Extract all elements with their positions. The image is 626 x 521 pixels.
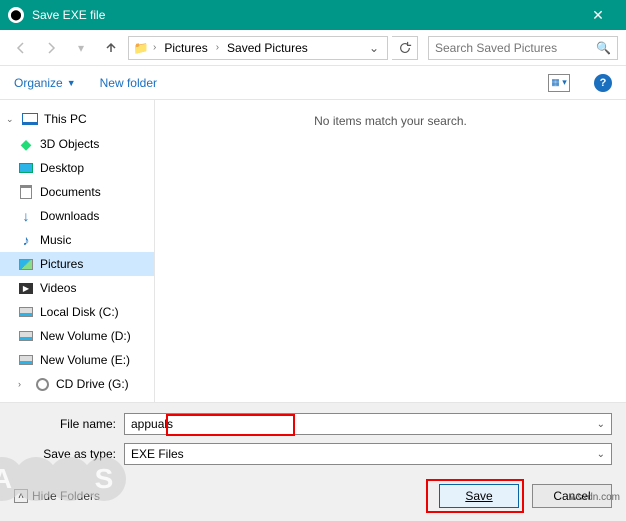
save-panel: File name: ⌄ Save as type: EXE Files ⌄ ˄… bbox=[0, 402, 626, 521]
filetype-label: Save as type: bbox=[14, 447, 124, 461]
search-icon: 🔍 bbox=[596, 41, 611, 55]
recent-dropdown[interactable]: ▾ bbox=[68, 36, 94, 60]
3d-icon: ◆ bbox=[18, 136, 34, 152]
tree-volume-e[interactable]: New Volume (E:) bbox=[0, 348, 154, 372]
toolbar: Organize ▼ New folder ▦ ▾ ? bbox=[0, 66, 626, 100]
filename-input[interactable] bbox=[131, 417, 597, 431]
organize-menu[interactable]: Organize ▼ bbox=[14, 76, 76, 90]
tree-volume-d[interactable]: New Volume (D:) bbox=[0, 324, 154, 348]
tree-cd-drive-g[interactable]: › CD Drive (G:) bbox=[0, 372, 154, 396]
hide-folders-toggle[interactable]: ˄ Hide Folders bbox=[14, 489, 100, 503]
tree-desktop[interactable]: Desktop bbox=[0, 156, 154, 180]
forward-button[interactable] bbox=[38, 36, 64, 60]
nav-tree: ⌄ This PC ◆3D Objects Desktop Documents … bbox=[0, 100, 155, 402]
tree-root-this-pc[interactable]: ⌄ This PC bbox=[0, 106, 154, 132]
save-button[interactable]: Save bbox=[439, 484, 519, 508]
tree-label: Pictures bbox=[40, 257, 83, 271]
hide-folders-label: Hide Folders bbox=[32, 489, 100, 503]
annotation-box: Save bbox=[426, 479, 524, 513]
app-icon: ⬤ bbox=[8, 7, 24, 23]
nav-row: ▾ 📁 › Pictures › Saved Pictures ⌄ 🔍 bbox=[0, 30, 626, 66]
watermark-text: wsxdn.com bbox=[570, 492, 620, 503]
filename-field[interactable]: ⌄ bbox=[124, 413, 612, 435]
save-label: Save bbox=[465, 489, 492, 503]
address-bar[interactable]: 📁 › Pictures › Saved Pictures ⌄ bbox=[128, 36, 388, 60]
tree-label: Music bbox=[40, 233, 71, 247]
music-icon: ♪ bbox=[18, 232, 34, 248]
tree-label: 3D Objects bbox=[40, 137, 99, 151]
tree-documents[interactable]: Documents bbox=[0, 180, 154, 204]
filetype-value: EXE Files bbox=[131, 447, 597, 461]
address-dropdown[interactable]: ⌄ bbox=[365, 41, 383, 55]
filename-label: File name: bbox=[14, 417, 124, 431]
chevron-down-icon[interactable]: ⌄ bbox=[597, 419, 605, 430]
documents-icon bbox=[20, 185, 32, 199]
chevron-down-icon[interactable]: ⌄ bbox=[597, 449, 605, 460]
back-button[interactable] bbox=[8, 36, 34, 60]
pictures-icon bbox=[19, 259, 33, 270]
filetype-field[interactable]: EXE Files ⌄ bbox=[124, 443, 612, 465]
tree-label: Documents bbox=[40, 185, 101, 199]
desktop-icon bbox=[19, 163, 33, 173]
help-button[interactable]: ? bbox=[594, 74, 612, 92]
tree-pictures[interactable]: Pictures bbox=[0, 252, 154, 276]
videos-icon: ▶ bbox=[19, 283, 33, 294]
chevron-up-icon: ˄ bbox=[14, 489, 28, 503]
tree-label: Local Disk (C:) bbox=[40, 305, 119, 319]
expand-icon[interactable]: › bbox=[18, 379, 28, 389]
search-input[interactable] bbox=[435, 41, 596, 55]
tree-local-disk-c[interactable]: Local Disk (C:) bbox=[0, 300, 154, 324]
pc-icon bbox=[22, 113, 38, 125]
breadcrumb-saved[interactable]: Saved Pictures bbox=[223, 41, 312, 55]
refresh-button[interactable] bbox=[392, 36, 418, 60]
breadcrumb-pictures[interactable]: Pictures bbox=[160, 41, 211, 55]
cd-icon bbox=[36, 378, 49, 391]
tree-label: New Volume (E:) bbox=[40, 353, 130, 367]
folder-icon: 📁 bbox=[133, 40, 149, 56]
chevron-icon[interactable]: › bbox=[214, 42, 221, 53]
file-pane: No items match your search. bbox=[155, 100, 626, 402]
tree-label: Desktop bbox=[40, 161, 84, 175]
view-menu[interactable]: ▦ ▾ bbox=[548, 74, 570, 92]
chevron-down-icon: ▼ bbox=[67, 78, 76, 88]
disk-icon bbox=[19, 331, 33, 341]
tree-downloads[interactable]: ↓ Downloads bbox=[0, 204, 154, 228]
chevron-icon[interactable]: › bbox=[151, 42, 158, 53]
tree-music[interactable]: ♪ Music bbox=[0, 228, 154, 252]
window-title: Save EXE file bbox=[32, 8, 578, 22]
tree-label: Downloads bbox=[40, 209, 99, 223]
disk-icon bbox=[19, 307, 33, 317]
tree-label: This PC bbox=[44, 112, 87, 126]
tree-label: Videos bbox=[40, 281, 76, 295]
new-folder-button[interactable]: New folder bbox=[100, 76, 157, 90]
organize-label: Organize bbox=[14, 76, 63, 90]
tree-videos[interactable]: ▶ Videos bbox=[0, 276, 154, 300]
collapse-icon[interactable]: ⌄ bbox=[6, 114, 16, 125]
tree-label: New Volume (D:) bbox=[40, 329, 131, 343]
downloads-icon: ↓ bbox=[18, 208, 34, 224]
close-button[interactable]: ✕ bbox=[578, 0, 618, 30]
titlebar: ⬤ Save EXE file ✕ bbox=[0, 0, 626, 30]
search-box[interactable]: 🔍 bbox=[428, 36, 618, 60]
empty-message: No items match your search. bbox=[314, 114, 467, 402]
tree-label: CD Drive (G:) bbox=[56, 377, 129, 391]
disk-icon bbox=[19, 355, 33, 365]
tree-3d-objects[interactable]: ◆ 3D Objects bbox=[0, 132, 154, 156]
up-button[interactable] bbox=[98, 36, 124, 60]
